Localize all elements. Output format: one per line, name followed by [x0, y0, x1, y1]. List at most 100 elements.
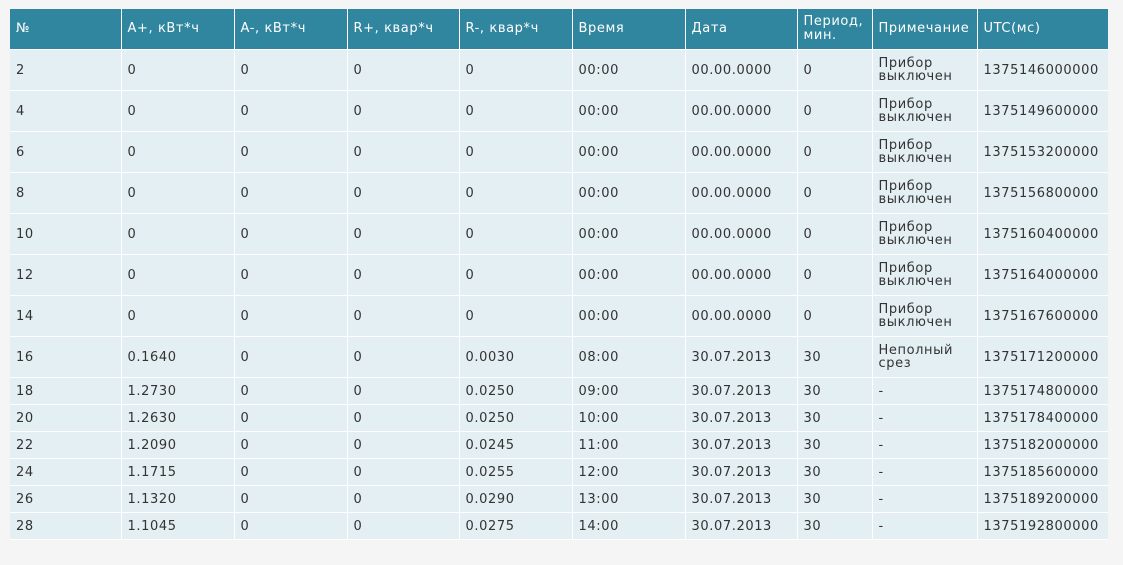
cell-a-plus: 0: [121, 49, 235, 91]
table-row: 12 0 0 0 0 00:00 00.00.0000 0 Прибор выключен 137…: [10, 254, 1108, 296]
cell-date: 30.07.2013: [685, 431, 798, 459]
cell-r-plus: 0: [347, 90, 460, 132]
cell-a-plus: 1.2630: [121, 404, 235, 432]
cell-date: 00.00.0000: [685, 213, 798, 255]
cell-a-minus: 0: [234, 131, 348, 173]
cell-r-plus: 0: [347, 485, 460, 513]
cell-time: 00:00: [572, 213, 686, 255]
cell-number: 16: [10, 336, 122, 378]
cell-utc: 1375167600000: [977, 295, 1108, 337]
cell-note: -: [872, 458, 978, 486]
cell-number: 18: [10, 377, 122, 405]
table-row: 18 1.2730 0 0 0.0250 09:00 30.07.2013 30-137517…: [10, 377, 1108, 405]
cell-a-plus: 1.1045: [121, 512, 235, 540]
cell-r-plus: 0: [347, 404, 460, 432]
cell-date: 30.07.2013: [685, 377, 798, 405]
cell-time: 14:00: [572, 512, 686, 540]
cell-note: -: [872, 431, 978, 459]
cell-period: 0: [797, 295, 873, 337]
cell-period: 30: [797, 485, 873, 513]
cell-date: 00.00.0000: [685, 131, 798, 173]
cell-r-minus: 0.0255: [459, 458, 573, 486]
cell-a-plus: 1.2730: [121, 377, 235, 405]
cell-utc: 1375146000000: [977, 49, 1108, 91]
cell-period: 0: [797, 213, 873, 255]
cell-r-minus: 0: [459, 295, 573, 337]
cell-a-plus: 0: [121, 90, 235, 132]
cell-number: 20: [10, 404, 122, 432]
cell-note: Прибор выключен: [872, 131, 978, 173]
cell-r-minus: 0: [459, 172, 573, 214]
cell-time: 11:00: [572, 431, 686, 459]
cell-number: 10: [10, 213, 122, 255]
cell-period: 0: [797, 254, 873, 296]
cell-time: 00:00: [572, 131, 686, 173]
table-row: 24 1.1715 0 0 0.0255 12:00 30.07.2013 30-137518…: [10, 458, 1108, 486]
cell-note: Прибор выключен: [872, 172, 978, 214]
cell-utc: 1375149600000: [977, 90, 1108, 132]
table-row: 26 1.1320 0 0 0.0290 13:00 30.07.2013 30-137518…: [10, 485, 1108, 513]
cell-a-plus: 1.2090: [121, 431, 235, 459]
cell-time: 13:00: [572, 485, 686, 513]
cell-a-minus: 0: [234, 404, 348, 432]
cell-period: 30: [797, 377, 873, 405]
cell-r-plus: 0: [347, 377, 460, 405]
column-header-r-plus: R+, квар*ч: [347, 9, 460, 50]
column-header-r-minus: R-, квар*ч: [459, 9, 573, 50]
cell-number: 24: [10, 458, 122, 486]
cell-a-plus: 0: [121, 254, 235, 296]
cell-time: 00:00: [572, 254, 686, 296]
cell-a-minus: 0: [234, 458, 348, 486]
column-header-number: №: [10, 9, 122, 50]
cell-utc: 1375174800000: [977, 377, 1108, 405]
cell-number: 12: [10, 254, 122, 296]
cell-period: 30: [797, 431, 873, 459]
cell-r-minus: 0.0245: [459, 431, 573, 459]
cell-utc: 1375160400000: [977, 213, 1108, 255]
cell-r-plus: 0: [347, 172, 460, 214]
cell-period: 0: [797, 49, 873, 91]
cell-a-minus: 0: [234, 377, 348, 405]
cell-r-plus: 0: [347, 254, 460, 296]
cell-r-minus: 0: [459, 131, 573, 173]
cell-utc: 1375185600000: [977, 458, 1108, 486]
cell-number: 28: [10, 512, 122, 540]
table-row: 10 0 0 0 0 00:00 00.00.0000 0 Прибор выключен 137…: [10, 213, 1108, 255]
cell-note: Прибор выключен: [872, 254, 978, 296]
table-row: 6 0 0 0 0 00:00 00.00.0000 0 Прибор выключен 1375…: [10, 131, 1108, 173]
cell-date: 00.00.0000: [685, 295, 798, 337]
cell-number: 6: [10, 131, 122, 173]
cell-note: -: [872, 404, 978, 432]
cell-utc: 1375153200000: [977, 131, 1108, 173]
table-row: 4 0 0 0 0 00:00 00.00.0000 0 Прибор выключен 1375…: [10, 90, 1108, 132]
cell-r-minus: 0.0250: [459, 404, 573, 432]
cell-utc: 1375182000000: [977, 431, 1108, 459]
cell-a-minus: 0: [234, 512, 348, 540]
cell-a-minus: 0: [234, 90, 348, 132]
cell-a-plus: 0: [121, 131, 235, 173]
cell-a-plus: 0: [121, 213, 235, 255]
table-row: 14 0 0 0 0 00:00 00.00.0000 0 Прибор выключен 137…: [10, 295, 1108, 337]
cell-utc: 1375178400000: [977, 404, 1108, 432]
cell-note: Неполный срез: [872, 336, 978, 378]
column-header-note: Примечание: [872, 9, 978, 50]
cell-r-plus: 0: [347, 49, 460, 91]
cell-time: 08:00: [572, 336, 686, 378]
cell-number: 2: [10, 49, 122, 91]
cell-a-plus: 0.1640: [121, 336, 235, 378]
cell-number: 22: [10, 431, 122, 459]
cell-date: 00.00.0000: [685, 49, 798, 91]
cell-a-minus: 0: [234, 49, 348, 91]
cell-a-plus: 1.1320: [121, 485, 235, 513]
table-header: № A+, кВт*ч A-, кВт*ч R+, квар*ч R-, квар*ч В…: [10, 9, 1108, 50]
column-header-date: Дата: [685, 9, 798, 50]
cell-date: 30.07.2013: [685, 512, 798, 540]
cell-number: 14: [10, 295, 122, 337]
cell-utc: 1375192800000: [977, 512, 1108, 540]
cell-a-minus: 0: [234, 336, 348, 378]
cell-note: Прибор выключен: [872, 90, 978, 132]
column-header-time: Время: [572, 9, 686, 50]
table-row: 16 0.1640 0 0 0.0030 08:00 30.07.2013 30 Неполны…: [10, 336, 1108, 378]
cell-r-plus: 0: [347, 458, 460, 486]
cell-note: Прибор выключен: [872, 213, 978, 255]
